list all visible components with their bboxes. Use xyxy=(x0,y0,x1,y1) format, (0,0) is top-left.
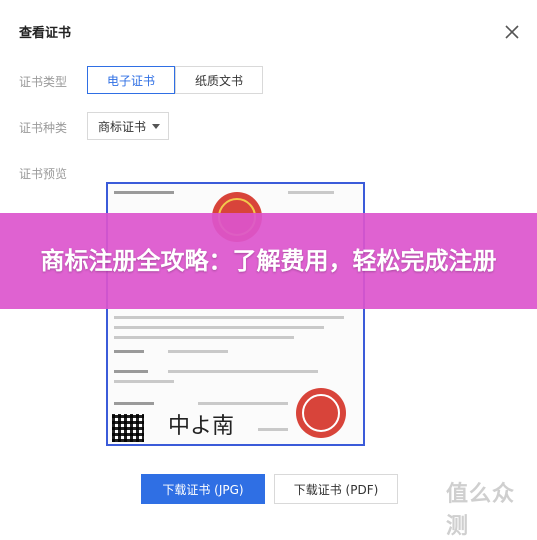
promo-banner: 商标注册全攻略：了解费用，轻松完成注册 xyxy=(0,213,537,309)
cert-header-line xyxy=(114,191,174,194)
cert-kind-select[interactable]: 商标证书 xyxy=(87,112,169,140)
download-jpg-button[interactable]: 下载证书 (JPG) xyxy=(141,474,265,504)
cert-kind-label: 证书种类 xyxy=(19,121,68,135)
cert-number-line xyxy=(288,191,334,194)
download-pdf-button[interactable]: 下载证书 (PDF) xyxy=(274,474,398,504)
official-seal xyxy=(296,388,346,438)
cert-text-line xyxy=(114,316,344,319)
signature: 中よ南 xyxy=(168,414,235,439)
watermark-logo: 值么众测 xyxy=(446,482,516,539)
cert-type-segment: 电子证书 纸质文书 xyxy=(87,66,263,94)
cert-type-option-paper[interactable]: 纸质文书 xyxy=(175,66,263,94)
cert-kind-value: 商标证书 xyxy=(98,119,147,134)
qr-code xyxy=(112,414,144,442)
cert-type-option-electronic[interactable]: 电子证书 xyxy=(87,66,175,94)
close-icon[interactable] xyxy=(502,22,522,42)
dialog-title: 查看证书 xyxy=(19,26,72,41)
promo-banner-text: 商标注册全攻略：了解费用，轻松完成注册 xyxy=(40,247,497,275)
cert-type-label: 证书类型 xyxy=(19,75,68,89)
chevron-down-icon xyxy=(152,124,160,129)
preview-label: 证书预览 xyxy=(19,167,68,181)
